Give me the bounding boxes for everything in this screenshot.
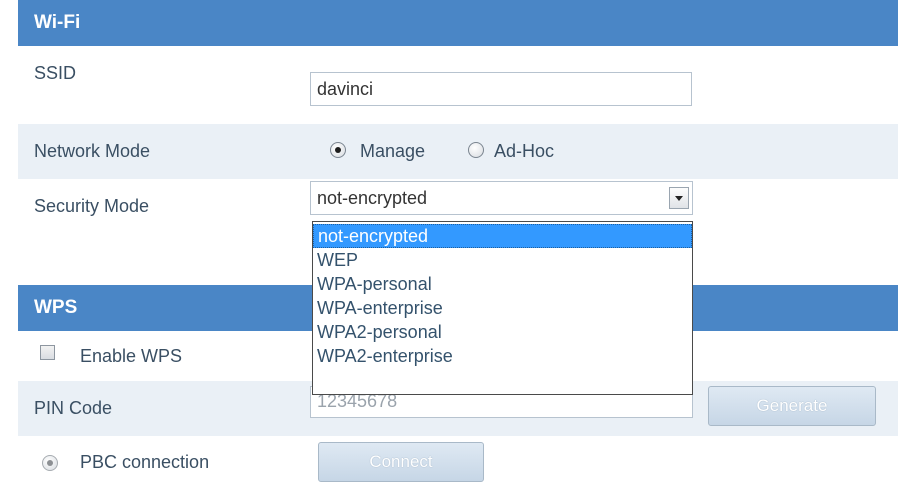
enable-wps-checkbox[interactable] [40, 345, 55, 360]
chevron-down-icon[interactable] [669, 187, 689, 209]
security-option-wpa-enterprise[interactable]: WPA-enterprise [313, 296, 692, 320]
security-mode-label: Security Mode [34, 196, 150, 216]
wifi-section-header: Wi-Fi [18, 0, 898, 46]
ssid-row: SSID davinci [18, 46, 898, 106]
network-mode-manage-radio[interactable] [330, 142, 346, 158]
ssid-input[interactable]: davinci [310, 72, 692, 106]
security-mode-selected-value: not-encrypted [317, 188, 428, 208]
generate-button[interactable]: Generate [708, 386, 876, 426]
security-mode-dropdown-list: not-encrypted WEP WPA-personal WPA-enter… [312, 221, 693, 395]
pbc-radio[interactable] [42, 455, 58, 471]
security-option-wep[interactable]: WEP [313, 248, 692, 272]
ssid-label: SSID [34, 63, 77, 83]
pbc-row: PBC connection Connect [18, 436, 898, 488]
network-mode-row: Network Mode Manage Ad-Hoc [18, 124, 898, 179]
enable-wps-label[interactable]: Enable WPS [80, 331, 182, 381]
security-option-wpa2-enterprise[interactable]: WPA2-enterprise [313, 344, 692, 368]
network-mode-adhoc-label[interactable]: Ad-Hoc [494, 124, 554, 179]
security-option-wpa-personal[interactable]: WPA-personal [313, 272, 692, 296]
network-mode-adhoc-radio[interactable] [468, 142, 484, 158]
network-mode-manage-label[interactable]: Manage [360, 124, 425, 179]
network-mode-label: Network Mode [34, 141, 151, 161]
wifi-section-title: Wi-Fi [34, 12, 81, 33]
security-option-wpa2-personal[interactable]: WPA2-personal [313, 320, 692, 344]
pbc-label[interactable]: PBC connection [80, 436, 209, 488]
security-option-not-encrypted[interactable]: not-encrypted [313, 224, 692, 248]
wps-section-title: WPS [34, 297, 78, 318]
connect-button[interactable]: Connect [318, 442, 484, 482]
pin-code-label: PIN Code [34, 398, 113, 418]
security-mode-select[interactable]: not-encrypted [310, 181, 693, 215]
